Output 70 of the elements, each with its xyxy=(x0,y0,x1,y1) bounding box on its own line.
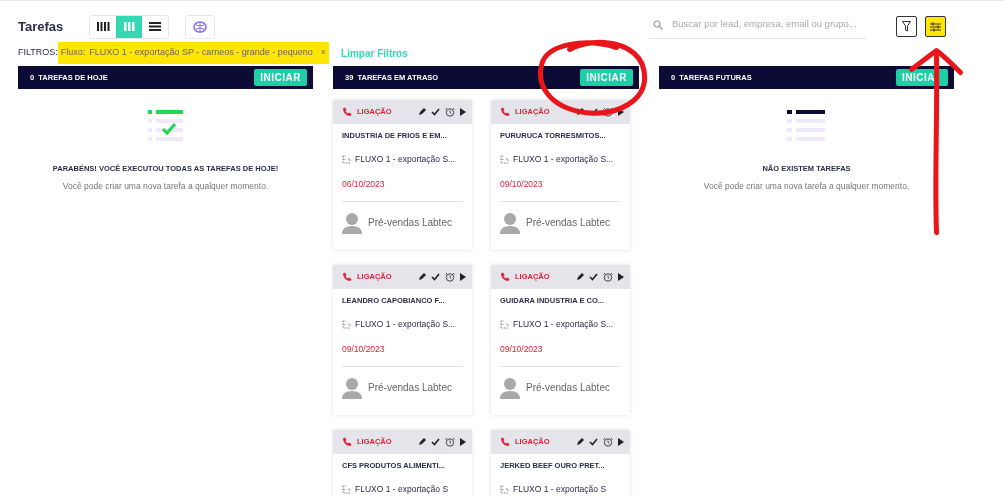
alarm-clock-icon xyxy=(445,437,455,447)
play-icon xyxy=(460,273,466,281)
alarm-clock-icon xyxy=(445,272,455,282)
columns-icon xyxy=(96,22,110,31)
flow-icon xyxy=(500,485,509,495)
alarm-clock-icon xyxy=(603,107,613,117)
due-date: 06/10/2023 xyxy=(342,178,386,191)
flow-name: FLUXO 1 - exportação S... xyxy=(355,318,456,331)
brain-button[interactable] xyxy=(185,14,216,39)
pencil-icon xyxy=(418,438,426,446)
flow-name: FLUXO 1 - exportação S... xyxy=(355,153,456,166)
empty-text: Você pode criar uma nova tarefa a qualquer momento. xyxy=(62,180,269,193)
alarm-clock-icon xyxy=(603,437,613,447)
play-icon xyxy=(618,438,624,446)
avatar-icon xyxy=(342,376,362,399)
filters-label: FILTROS: xyxy=(18,46,58,60)
flow-icon xyxy=(342,320,351,330)
flow-icon xyxy=(500,155,509,165)
pencil-icon xyxy=(418,108,426,116)
play-icon xyxy=(460,438,466,446)
phone-icon xyxy=(342,107,352,117)
page-title: Tarefas xyxy=(18,17,64,36)
flow-name: FLUXO 1 - exportação S... xyxy=(513,318,614,331)
flow-name: FLUXO 1 - exportação S xyxy=(355,483,449,496)
owner-name: Pré-vendas Labtec xyxy=(526,381,610,396)
sliders-icon xyxy=(930,21,941,32)
list-icon xyxy=(148,22,162,31)
check-icon xyxy=(431,438,440,446)
play-icon xyxy=(618,108,624,116)
phone-icon xyxy=(500,107,510,117)
flow-name: FLUXO 1 - exportação S xyxy=(513,483,607,496)
checklist-icon xyxy=(147,110,184,142)
check-icon xyxy=(589,273,598,281)
avatar-icon xyxy=(500,376,520,399)
empty-text: Você pode criar uma nova tarefa a qualquer momento. xyxy=(703,180,910,193)
owner-name: Pré-vendas Labtec xyxy=(368,381,452,396)
filter-key: Fluxo: xyxy=(60,46,86,60)
list-icon xyxy=(786,110,827,142)
flow-icon xyxy=(342,155,351,165)
phone-icon xyxy=(500,437,510,447)
owner-name: Pré-vendas Labtec xyxy=(526,216,610,231)
play-icon xyxy=(618,273,624,281)
alarm-clock-icon xyxy=(445,107,455,117)
due-date: 09/10/2023 xyxy=(500,178,544,191)
filter-value: FLUXO 1 - exportação SP - carneos - grande - pequeno xyxy=(89,46,313,60)
check-icon xyxy=(589,438,598,446)
flow-icon xyxy=(342,485,351,495)
owner-name: Pré-vendas Labtec xyxy=(368,216,452,231)
flow-icon xyxy=(500,320,509,330)
alarm-clock-icon xyxy=(603,272,613,282)
due-date: 09/10/2023 xyxy=(342,343,386,356)
remove-filter-button[interactable]: × xyxy=(320,46,327,60)
play-icon xyxy=(460,108,466,116)
avatar-icon xyxy=(500,211,520,234)
filter-icon xyxy=(902,21,911,32)
due-date: 09/10/2023 xyxy=(500,343,544,356)
filter-button[interactable] xyxy=(896,16,917,37)
phone-icon xyxy=(500,272,510,282)
check-icon xyxy=(431,273,440,281)
search-icon xyxy=(653,19,663,30)
flow-name: FLUXO 1 - exportação S... xyxy=(513,153,614,166)
pencil-icon xyxy=(418,273,426,281)
settings-button[interactable] xyxy=(925,16,946,37)
pencil-icon xyxy=(576,438,584,446)
phone-icon xyxy=(342,272,352,282)
pencil-icon xyxy=(576,273,584,281)
avatar-icon xyxy=(342,211,362,234)
check-icon xyxy=(431,108,440,116)
phone-icon xyxy=(342,437,352,447)
columns-icon xyxy=(122,22,136,31)
